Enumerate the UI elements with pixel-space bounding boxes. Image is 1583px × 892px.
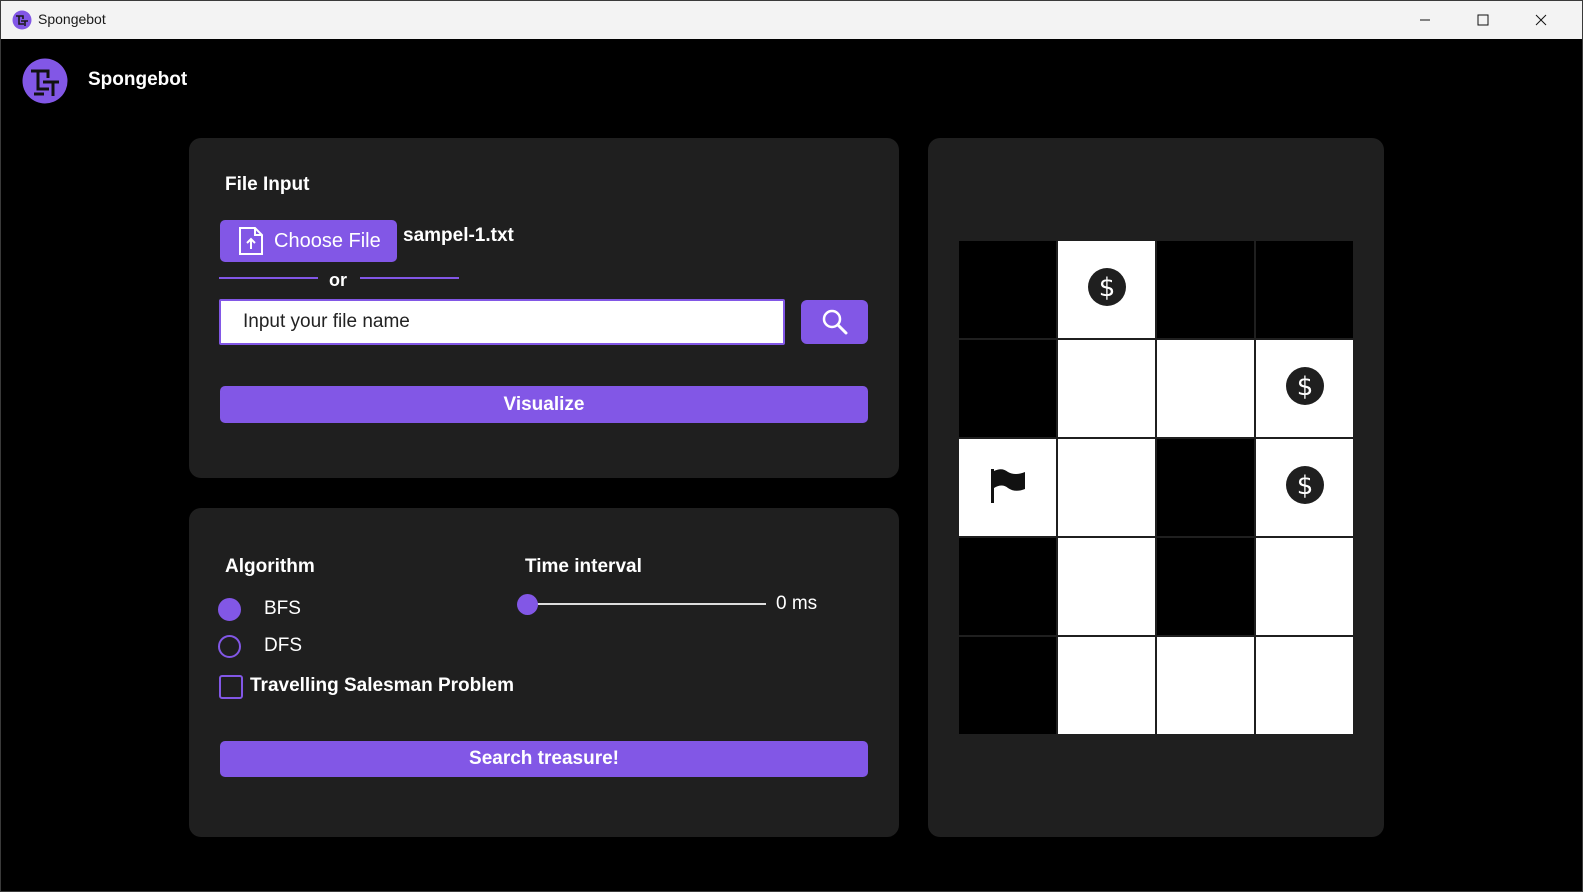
visualize-button[interactable]: Visualize	[220, 386, 868, 423]
maze-cell-wall	[1157, 538, 1254, 635]
algorithm-heading: Algorithm	[225, 556, 315, 577]
treasure-coin-icon: $	[1087, 267, 1127, 312]
treasure-coin-icon: $	[1285, 366, 1325, 411]
file-name-input[interactable]	[219, 299, 785, 345]
time-interval-slider-thumb[interactable]	[517, 594, 538, 615]
selected-file-name: sampel-1.txt	[403, 225, 514, 246]
choose-file-label: Choose File	[274, 229, 381, 252]
app-icon	[12, 10, 32, 30]
maximize-button[interactable]	[1454, 1, 1512, 39]
bfs-radio[interactable]	[218, 598, 241, 621]
maze-cell-path	[1157, 637, 1254, 734]
time-interval-heading: Time interval	[525, 556, 642, 577]
maze-cell-wall	[1256, 241, 1353, 338]
maze-cell-path	[1058, 439, 1155, 536]
search-button[interactable]	[801, 300, 868, 344]
search-treasure-button[interactable]: Search treasure!	[220, 741, 868, 777]
maze-grid: $ $ $	[958, 240, 1354, 735]
title-bar: Spongebot	[1, 1, 1582, 39]
dfs-radio[interactable]	[218, 635, 241, 658]
minimize-icon	[1420, 19, 1430, 21]
window-title: Spongebot	[38, 11, 106, 27]
bfs-label: BFS	[264, 598, 301, 619]
file-upload-icon	[238, 226, 264, 256]
dfs-label: DFS	[264, 635, 302, 656]
maze-cell-path	[1058, 340, 1155, 437]
visualize-label: Visualize	[503, 393, 585, 415]
maze-cell-path	[1256, 637, 1353, 734]
maze-cell-wall	[1157, 439, 1254, 536]
maze-cell-wall	[1157, 241, 1254, 338]
close-icon	[1535, 14, 1547, 26]
file-input-panel: File Input Choose File sampel-1.txt or I…	[189, 138, 899, 478]
close-button[interactable]	[1512, 1, 1570, 39]
search-icon	[822, 309, 847, 335]
algorithm-panel: Algorithm BFS DFS Travelling Salesman Pr…	[189, 508, 899, 837]
app-window: Spongebot Spongebot File Input Choose Fi…	[0, 0, 1583, 892]
maze-cell-wall	[959, 538, 1056, 635]
choose-file-button[interactable]: Choose File	[220, 220, 397, 262]
maze-cell-treasure: $	[1256, 340, 1353, 437]
maze-cell-treasure: $	[1058, 241, 1155, 338]
start-flag-icon	[988, 465, 1028, 510]
maze-panel: $ $ $	[928, 138, 1384, 837]
app-name: Spongebot	[88, 69, 188, 90]
svg-text:$: $	[1296, 471, 1313, 501]
file-input-heading: File Input	[225, 174, 310, 195]
search-treasure-label: Search treasure!	[469, 748, 619, 769]
tsp-label: Travelling Salesman Problem	[250, 675, 514, 696]
svg-text:$: $	[1098, 273, 1115, 303]
time-interval-value: 0 ms	[776, 593, 818, 614]
maze-cell-path	[1256, 538, 1353, 635]
time-interval-slider-track[interactable]	[528, 603, 766, 605]
maze-cell-treasure: $	[1256, 439, 1353, 536]
minimize-button[interactable]	[1396, 1, 1454, 39]
maze-cell-wall	[959, 340, 1056, 437]
maze-cell-path	[1157, 340, 1254, 437]
divider-right	[360, 277, 459, 279]
maximize-icon	[1477, 14, 1489, 26]
maze-cell-start	[959, 439, 1056, 536]
divider-left	[219, 277, 318, 279]
svg-text:$: $	[1296, 372, 1313, 402]
maze-cell-wall	[959, 241, 1056, 338]
tsp-checkbox[interactable]	[219, 675, 243, 699]
maze-cell-wall	[959, 637, 1056, 734]
or-label: or	[329, 270, 347, 290]
maze-cell-path	[1058, 538, 1155, 635]
app-logo	[22, 58, 68, 104]
treasure-coin-icon: $	[1285, 465, 1325, 510]
maze-cell-path	[1058, 637, 1155, 734]
